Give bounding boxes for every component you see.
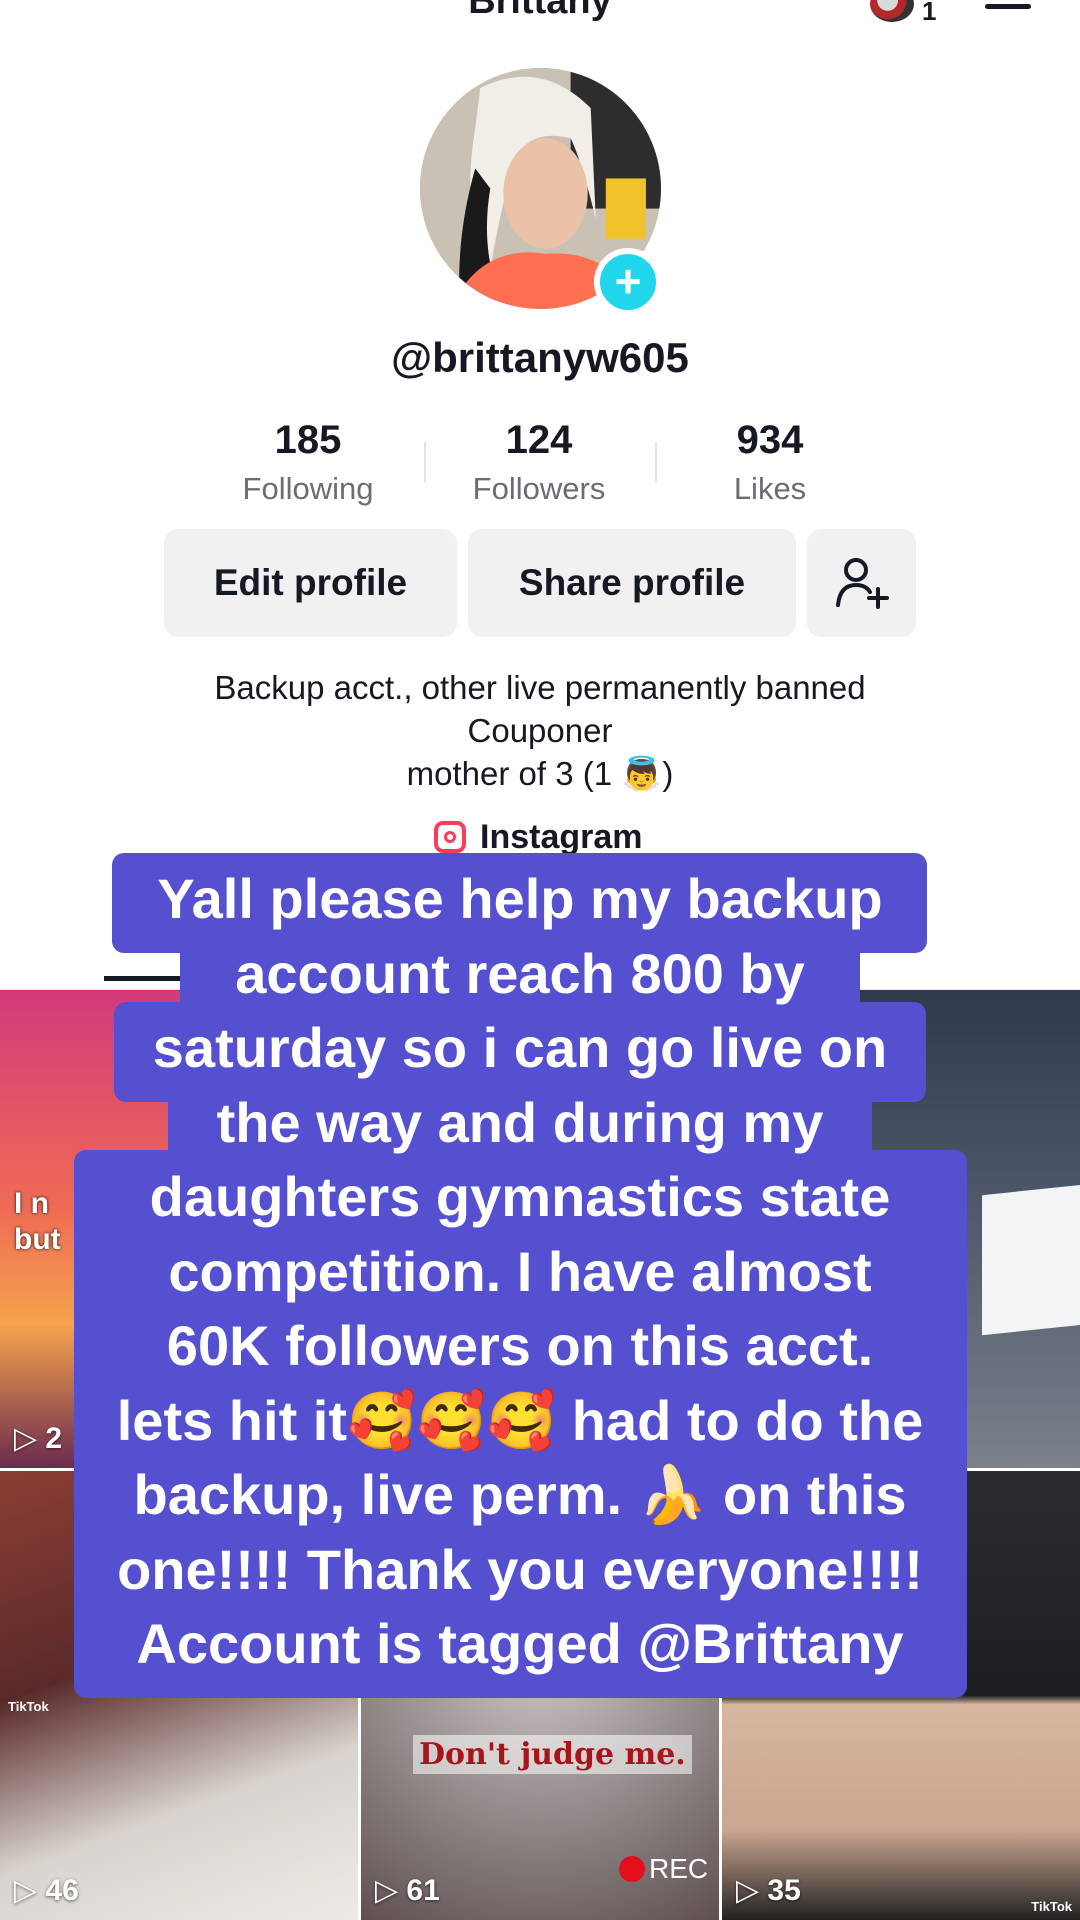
profile-bio: Backup acct., other live permanently ban… [0,666,1080,795]
profile-name-title[interactable]: Brittany [0,0,1080,23]
instagram-link[interactable]: Instagram [434,818,643,857]
caption-line: Account is tagged @Brittany [136,1612,904,1675]
username: @brittanyw605 [391,334,689,381]
video-caption: I n but [14,1187,61,1256]
top-bar: Brittany 1 [0,0,1080,26]
caption-line: lets hit it🥰🥰🥰 had to do the [116,1388,924,1452]
stat-likes[interactable]: 934 Likes [660,418,880,507]
following-count: 185 [274,418,342,462]
following-label: Following [242,471,374,506]
menu-icon[interactable] [985,0,1033,12]
instagram-icon [434,821,466,853]
caption-line: 60K followers on this acct. [166,1314,874,1377]
bio-line: mother of 3 (1 👼) [406,755,674,792]
stat-divider [424,442,426,482]
notification-count: 1 [922,0,937,26]
caption-line: saturday so i can go live on [152,1016,888,1079]
stat-following[interactable]: 185 Following [198,418,418,507]
caption-line: Yall please help my backup [157,867,883,930]
bio-line: Backup acct., other live permanently ban… [214,669,866,706]
followers-count: 124 [505,418,573,462]
rec-indicator: REC [619,1853,708,1885]
add-story-plus-icon[interactable]: + [594,248,662,316]
bio-line: Couponer [467,712,613,749]
likes-label: Likes [733,471,807,506]
stat-divider [655,442,657,482]
video-caption: Don't judge me. [413,1735,692,1774]
caption-line: the way and during my [216,1090,824,1154]
caption-line: competition. I have almost [168,1239,872,1303]
view-count: ▷ 35 [736,1874,801,1907]
stat-followers[interactable]: 124 Followers [429,418,649,507]
followers-label: Followers [472,471,606,506]
add-friends-button[interactable] [807,529,916,637]
share-profile-button[interactable]: Share profile [468,529,796,637]
caption-line: account reach 800 by [235,941,805,1005]
add-person-icon [836,558,889,609]
tiktok-watermark: TikTok [8,1699,49,1714]
edit-profile-button[interactable]: Edit profile [164,529,457,637]
caption-line: daughters gymnastics state [149,1165,891,1228]
billboard [982,1184,1080,1336]
caption-line: backup, live perm. 🍌 on this [133,1463,907,1526]
caption-overlay: Yall please help my backup account reach… [60,862,980,1682]
view-count: ▷ 61 [375,1874,440,1907]
view-count: ▷ 2 [14,1422,63,1455]
tiktok-watermark: TikTok [1031,1899,1072,1914]
likes-count: 934 [736,418,804,462]
caption-line: one!!!! Thank you everyone!!!! [117,1537,923,1601]
view-count: ▷ 46 [14,1874,79,1907]
instagram-label: Instagram [480,818,643,856]
